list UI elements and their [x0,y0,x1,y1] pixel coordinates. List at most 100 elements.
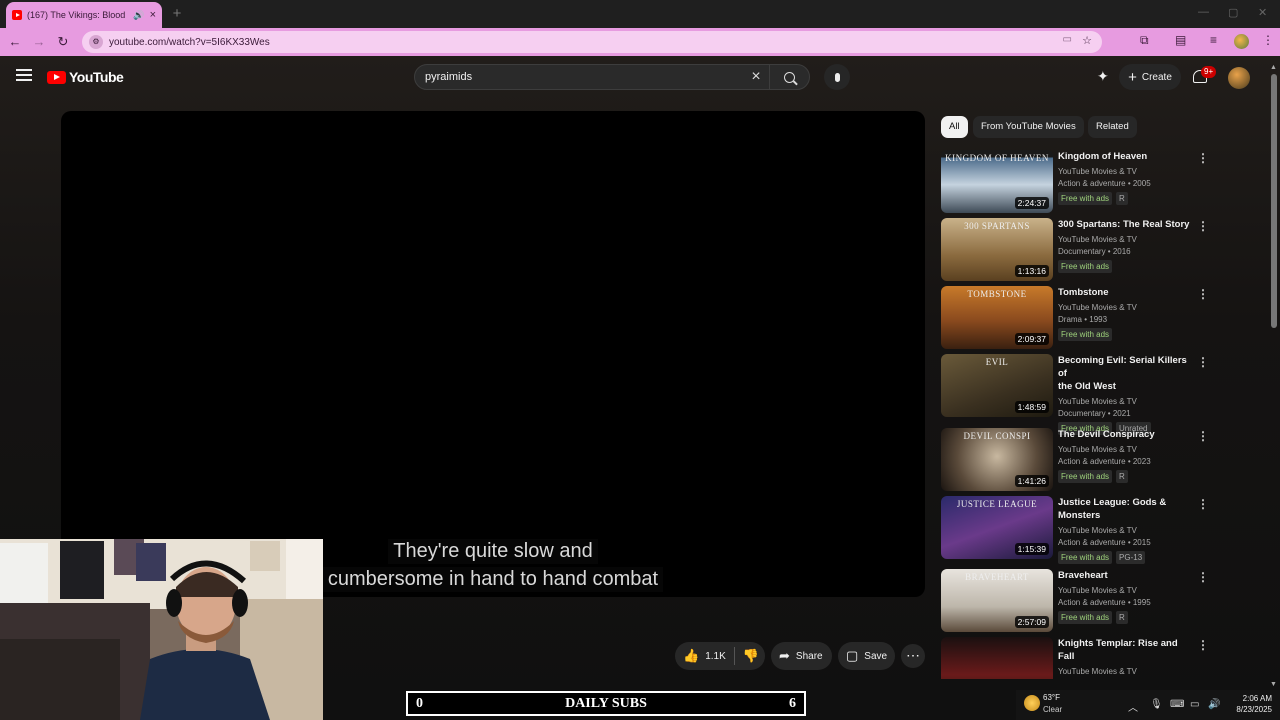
video-title[interactable]: Braveheart [1058,569,1190,582]
address-bar[interactable]: ⚙ youtube.com/watch?v=5I6KX33Wes ▭ ☆ [82,31,1102,53]
weather-icon[interactable] [1024,695,1040,711]
profile-avatar[interactable] [1234,34,1249,49]
recommendation-card[interactable]: TOMBSTONE 2:09:37 Tombstone YouTube Movies … [941,286,1241,350]
video-title[interactable]: The Devil Conspiracy [1058,428,1190,441]
channel-name[interactable]: YouTube Movies & TV [1058,444,1190,456]
split-view-icon[interactable]: ▤ [1175,33,1186,47]
search-button[interactable] [769,65,809,89]
maximize-window-icon[interactable]: ▢ [1228,6,1238,19]
clear-search-icon[interactable]: × [743,68,769,86]
more-actions-button[interactable]: ⋯ [901,644,925,668]
more-options-icon[interactable]: ⋮ [1197,430,1209,442]
video-thumbnail[interactable]: TOMBSTONE 2:09:37 [941,286,1053,349]
video-thumbnail[interactable]: BRAVEHEART 2:57:09 [941,569,1053,632]
share-icon: ➦ [779,648,790,663]
more-options-icon[interactable]: ⋮ [1197,639,1209,651]
create-button[interactable]: + Create [1119,64,1181,90]
video-thumbnail[interactable]: KINGDOM OF HEAVEN 2:24:37 [941,150,1053,213]
weather-condition[interactable]: Clear [1043,705,1062,714]
extensions-icon[interactable]: ⧉ [1140,33,1149,48]
chip-related[interactable]: Related [1088,116,1137,138]
weather-temperature[interactable]: 63°F [1043,693,1060,702]
more-options-icon[interactable]: ⋮ [1197,152,1209,164]
channel-name[interactable]: YouTube Movies & TV [1058,525,1190,537]
channel-name[interactable]: YouTube Movies & TV [1058,166,1190,178]
channel-name[interactable]: YouTube Movies & TV [1058,302,1190,314]
recommendation-card[interactable]: JUSTICE LEAGUE 1:15:39 Justice League: God… [941,496,1241,564]
video-title[interactable]: Knights Templar: Rise and Fall [1058,637,1190,663]
more-options-icon[interactable]: ⋮ [1197,498,1209,510]
video-thumbnail[interactable]: 300 SPARTANS 1:13:16 [941,218,1053,281]
voice-search-button[interactable] [824,64,850,90]
recommendation-meta: Braveheart YouTube Movies & TV Action & ad… [1058,569,1190,624]
page-scrollbar[interactable]: ▲ ▼ [1270,64,1278,688]
youtube-logo[interactable]: YouTube [47,69,124,85]
recommendation-card[interactable]: 300 SPARTANS 1:13:16 300 Spartans: The Rea… [941,218,1241,282]
scrollbar-thumb[interactable] [1271,74,1277,328]
video-thumbnail[interactable]: JUSTICE LEAGUE 1:15:39 [941,496,1053,559]
video-title[interactable]: Tombstone [1058,286,1190,299]
video-thumbnail[interactable]: DEVIL CONSPI 1:41:26 [941,428,1053,491]
chip-all[interactable]: All [941,116,968,138]
microphone-tray-icon[interactable]: 🎙 [1150,699,1163,710]
reload-button[interactable]: ↻ [53,32,73,52]
recommendation-card[interactable]: KINGDOM OF HEAVEN 2:24:37 Kingdom of Heave… [941,150,1241,214]
scroll-up-icon[interactable]: ▲ [1270,64,1277,71]
like-icon[interactable]: 👍 [683,648,699,664]
forward-button[interactable]: → [29,32,49,52]
more-options-icon[interactable]: ⋮ [1197,288,1209,300]
video-title[interactable]: Becoming Evil: Serial Killers of [1058,354,1190,380]
like-count[interactable]: 1.1K [705,651,726,662]
video-title-line2[interactable]: Monsters [1058,509,1190,522]
dislike-icon[interactable]: 👎 [743,648,759,664]
more-options-icon[interactable]: ⋮ [1197,356,1209,368]
channel-name[interactable]: YouTube Movies & TV [1058,396,1190,408]
back-button[interactable]: ← [5,32,25,52]
bookmark-star-icon[interactable]: ☆ [1082,34,1092,47]
recommendation-meta: 300 Spartans: The Real Story YouTube Movi… [1058,218,1190,273]
new-tab-button[interactable]: + [168,5,186,23]
scroll-down-icon[interactable]: ▼ [1270,681,1277,688]
close-window-icon[interactable]: ✕ [1258,6,1267,19]
video-title[interactable]: Kingdom of Heaven [1058,150,1190,163]
install-app-icon[interactable]: ▭ [1063,34,1072,45]
close-tab-icon[interactable]: × [150,9,156,21]
notifications-badge: 9+ [1201,66,1217,78]
recommendation-card[interactable]: BRAVEHEART 2:57:09 Braveheart YouTube Movie… [941,569,1241,633]
minimize-window-icon[interactable]: — [1198,6,1209,18]
video-thumbnail[interactable]: EVIL 1:48:59 [941,354,1053,417]
channel-name[interactable]: YouTube Movies & TV [1058,585,1190,597]
video-title[interactable]: Justice League: Gods & [1058,496,1190,509]
video-info: Action & adventure • 2023 [1058,457,1151,466]
share-button[interactable]: ➦ Share [771,642,832,670]
more-options-icon[interactable]: ⋮ [1197,220,1209,232]
video-thumbnail[interactable] [941,637,1053,679]
account-avatar[interactable] [1228,67,1250,89]
network-icon[interactable]: ▭ [1190,699,1199,710]
reading-list-icon[interactable]: ≡ [1210,33,1217,47]
video-duration: 2:09:37 [1014,333,1049,345]
video-title[interactable]: 300 Spartans: The Real Story [1058,218,1190,231]
tray-overflow-icon[interactable]: ︿ [1128,699,1138,714]
browser-menu-icon[interactable]: ⋮ [1262,33,1274,47]
audio-playing-icon[interactable]: 🔊 [133,10,144,21]
guide-menu-icon[interactable] [16,69,32,81]
more-options-icon[interactable]: ⋮ [1197,571,1209,583]
search-input[interactable] [415,71,743,83]
recommendation-card[interactable]: DEVIL CONSPI 1:41:26 The Devil Conspiracy Y… [941,428,1241,492]
site-info-icon[interactable]: ⚙ [89,35,103,49]
recommendation-card[interactable]: EVIL 1:48:59 Becoming Evil: Serial Killers… [941,354,1241,435]
recommendation-meta: Knights Templar: Rise and Fall YouTube Mo… [1058,637,1190,679]
cast-icon[interactable]: ✦ [1097,68,1109,85]
volume-icon[interactable]: 🔊 [1208,699,1220,710]
save-button[interactable]: ▢ Save [838,642,895,670]
system-clock[interactable]: 2:06 AM 8/23/2025 [1230,693,1272,715]
chip-from-youtube-movies[interactable]: From YouTube Movies [973,116,1084,138]
video-title-line2[interactable]: the Old West [1058,380,1190,393]
browser-tab[interactable]: (167) The Vikings: Blood an 🔊 × [6,2,162,28]
channel-name[interactable]: YouTube Movies & TV [1058,666,1190,678]
video-player[interactable]: They're quite slow and cumbersome in han… [61,111,925,597]
recommendation-card[interactable]: Knights Templar: Rise and Fall YouTube Mo… [941,637,1241,679]
channel-name[interactable]: YouTube Movies & TV [1058,234,1190,246]
keyboard-tray-icon[interactable]: ⌨ [1170,699,1184,710]
